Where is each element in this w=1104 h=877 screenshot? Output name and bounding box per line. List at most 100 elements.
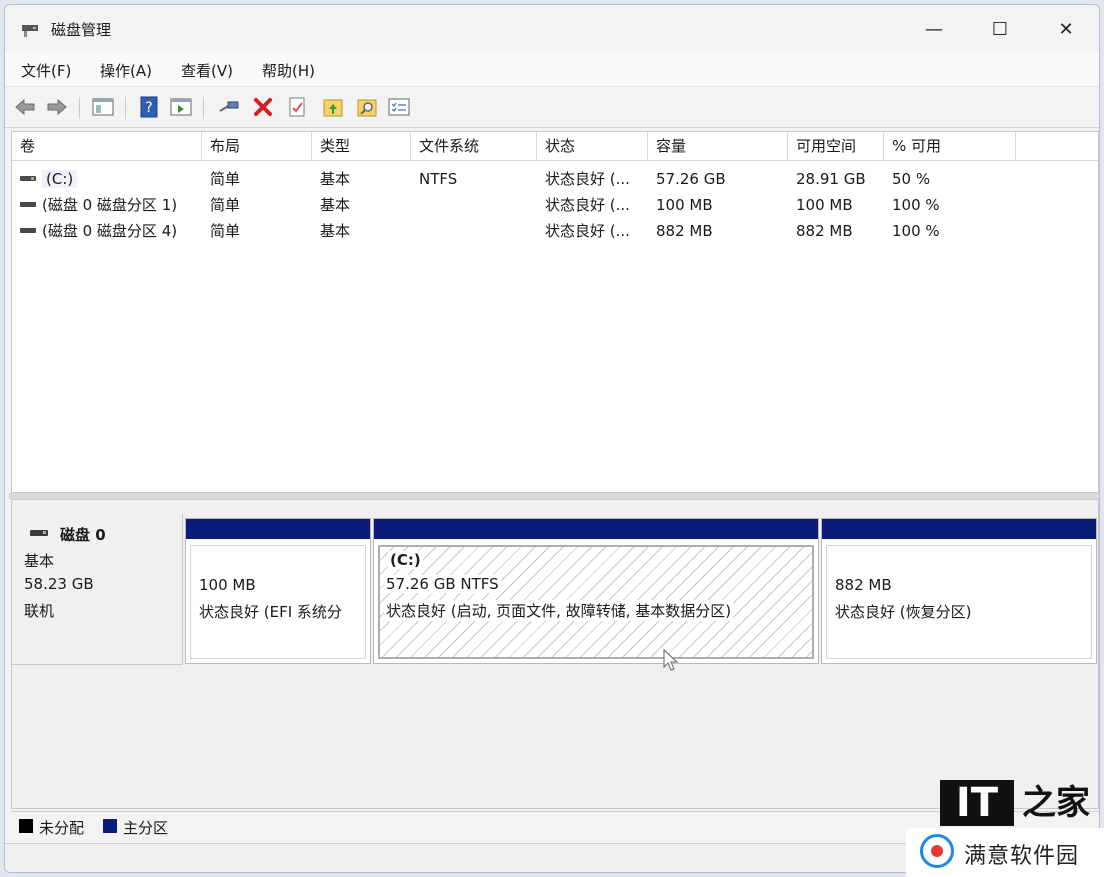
watermark-ithome: IT 之家 <box>940 780 1090 826</box>
volume-name: (C:) <box>42 170 78 188</box>
layout-cell: 简单 <box>210 170 241 188</box>
volume-cell: (C:) <box>12 166 202 192</box>
volume-name: (磁盘 0 磁盘分区 4) <box>42 222 178 240</box>
mouse-cursor-icon <box>663 648 679 671</box>
menu-view[interactable]: 查看(V) <box>181 60 233 81</box>
legend-label-primary: 主分区 <box>123 819 169 837</box>
forward-arrow-icon[interactable] <box>45 95 69 119</box>
watermark-site-name: 满意软件园 <box>964 844 1080 869</box>
disk-name: 磁盘 0 <box>60 526 106 544</box>
capacity-cell: 57.26 GB <box>656 170 726 188</box>
percent-free-cell: 100 % <box>892 222 940 240</box>
console-list-icon[interactable] <box>387 95 411 119</box>
partition-size: 57.26 GB NTFS <box>384 575 501 593</box>
column-header-volume[interactable]: 卷 <box>12 132 202 160</box>
column-header-capacity[interactable]: 容量 <box>648 132 788 160</box>
watermark: IT 之家 满意软件园 <box>906 780 1104 877</box>
percent-free-cell: 100 % <box>892 196 940 214</box>
partition-c[interactable]: (C:) 57.26 GB NTFS 状态良好 (启动, 页面文件, 故障转储,… <box>373 518 819 664</box>
free-space-cell: 882 MB <box>796 222 853 240</box>
disk-icon <box>30 530 48 536</box>
menu-file[interactable]: 文件(F) <box>21 60 71 81</box>
connect-disk-icon[interactable] <box>217 95 241 119</box>
column-header-layout[interactable]: 布局 <box>202 132 312 160</box>
primary-partition-bar <box>822 519 1096 539</box>
partition-size: 100 MB <box>199 576 256 594</box>
partition-recovery[interactable]: 882 MB 状态良好 (恢复分区) <box>821 518 1097 664</box>
console-tree-icon[interactable] <box>91 95 115 119</box>
primary-partition-bar <box>186 519 370 539</box>
volume-icon <box>20 228 36 233</box>
legend-swatch-primary <box>103 819 117 833</box>
disk-size: 58.23 GB <box>24 575 94 593</box>
partition-body: 882 MB 状态良好 (恢复分区) <box>826 545 1092 659</box>
window-title: 磁盘管理 <box>51 21 112 39</box>
folder-search-icon[interactable] <box>355 95 379 119</box>
watermark-home-text: 之家 <box>1022 783 1090 823</box>
properties-list-icon[interactable] <box>169 95 193 119</box>
menu-help[interactable]: 帮助(H) <box>262 60 315 81</box>
status-cell: 状态良好 (... <box>545 170 630 188</box>
partition-efi[interactable]: 100 MB 状态良好 (EFI 系统分 <box>185 518 371 664</box>
capacity-cell: 882 MB <box>656 222 713 240</box>
percent-free-cell: 50 % <box>892 170 931 188</box>
filesystem-cell <box>411 192 537 218</box>
free-space-cell: 100 MB <box>796 196 853 214</box>
table-row[interactable]: (磁盘 0 磁盘分区 4) 简单 基本 状态良好 (... 882 MB 882… <box>12 218 1098 244</box>
toolbar-separator <box>79 97 80 119</box>
partition-size: 882 MB <box>835 576 892 594</box>
type-cell: 基本 <box>320 170 351 188</box>
toolbar-separator <box>203 97 204 119</box>
column-header-status[interactable]: 状态 <box>537 132 648 160</box>
partition-status: 状态良好 (启动, 页面文件, 故障转储, 基本数据分区) <box>384 600 734 621</box>
type-cell: 基本 <box>320 196 351 214</box>
layout-cell: 简单 <box>210 222 241 240</box>
capacity-cell: 100 MB <box>656 196 713 214</box>
volume-name: (磁盘 0 磁盘分区 1) <box>42 196 178 214</box>
filesystem-cell: NTFS <box>419 170 458 188</box>
legend-label-unallocated: 未分配 <box>39 819 85 837</box>
watermark-logo-icon <box>920 834 954 868</box>
free-space-cell: 28.91 GB <box>796 170 866 188</box>
status-cell: 状态良好 (... <box>545 222 630 240</box>
disk-0-label[interactable]: 磁盘 0 基本 58.23 GB 联机 <box>12 514 183 665</box>
partition-body-selected: (C:) 57.26 GB NTFS 状态良好 (启动, 页面文件, 故障转储,… <box>378 545 814 659</box>
partition-name: (C:) <box>388 551 423 569</box>
partition-status: 状态良好 (恢复分区) <box>835 603 972 621</box>
menu-action[interactable]: 操作(A) <box>100 60 152 81</box>
title-bar: 磁盘管理 — ☐ ✕ <box>5 5 1099 51</box>
maximize-button[interactable]: ☐ <box>977 13 1023 45</box>
disk-management-window: 磁盘管理 — ☐ ✕ 文件(F) 操作(A) 查看(V) 帮助(H) ? 卷 布… <box>4 4 1100 873</box>
volume-cell: (磁盘 0 磁盘分区 1) <box>12 192 202 218</box>
close-button[interactable]: ✕ <box>1043 13 1089 45</box>
partition-status: 状态良好 (EFI 系统分 <box>199 603 342 621</box>
column-header-type[interactable]: 类型 <box>312 132 411 160</box>
folder-up-icon[interactable] <box>321 95 345 119</box>
primary-partition-bar <box>374 519 818 539</box>
table-row[interactable]: (磁盘 0 磁盘分区 1) 简单 基本 状态良好 (... 100 MB 100… <box>12 192 1098 218</box>
volume-icon <box>20 176 36 181</box>
watermark-site-badge: 满意软件园 <box>906 828 1104 877</box>
disk-management-app-icon <box>22 25 38 37</box>
disk-status: 联机 <box>24 602 55 620</box>
table-row[interactable]: (C:) 简单 基本 NTFS 状态良好 (... 57.26 GB 28.91… <box>12 166 1098 192</box>
column-header-free-space[interactable]: 可用空间 <box>788 132 884 160</box>
checklist-icon[interactable] <box>285 95 309 119</box>
volume-cell: (磁盘 0 磁盘分区 4) <box>12 218 202 244</box>
toolbar-separator <box>125 97 126 119</box>
partition-body: 100 MB 状态良好 (EFI 系统分 <box>190 545 366 659</box>
back-arrow-icon[interactable] <box>13 95 37 119</box>
toolbar: ? <box>5 87 1099 128</box>
column-header-filesystem[interactable]: 文件系统 <box>411 132 537 160</box>
delete-icon[interactable] <box>251 95 275 119</box>
type-cell: 基本 <box>320 222 351 240</box>
status-cell: 状态良好 (... <box>545 196 630 214</box>
svg-text:?: ? <box>145 100 152 116</box>
help-icon[interactable]: ? <box>137 95 161 119</box>
volume-list: 卷 布局 类型 文件系统 状态 容量 可用空间 % 可用 (C:) 简单 基本 … <box>11 131 1099 493</box>
disk-graphical-view: 磁盘 0 基本 58.23 GB 联机 100 MB 状态良好 (EFI 系统分… <box>11 499 1099 809</box>
column-header-percent-free[interactable]: % 可用 <box>884 132 1016 160</box>
menu-bar: 文件(F) 操作(A) 查看(V) 帮助(H) <box>5 52 1099 87</box>
watermark-it-text: IT <box>940 780 1014 826</box>
minimize-button[interactable]: — <box>911 13 957 45</box>
